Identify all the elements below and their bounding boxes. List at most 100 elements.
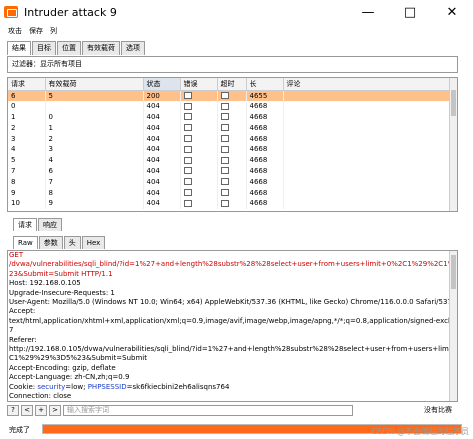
tab-response[interactable]: 响应 [38,218,62,231]
cell-timeout [217,100,247,112]
table-scrollbar[interactable] [449,78,457,211]
table-row[interactable]: 2 1 404 4668 [8,122,452,134]
status-text: 完成了 [9,425,30,434]
error-checkbox [183,178,192,186]
add-button[interactable]: + [35,404,47,416]
table-row[interactable]: 6 5 200 4655 [8,90,452,101]
timeout-checkbox [220,178,229,186]
cell-comment [283,100,452,112]
table-row[interactable]: 0 404 4668 [8,100,452,112]
error-checkbox [183,113,192,121]
menu-item-columns[interactable]: 列 [50,26,57,36]
cell-timeout [217,133,247,144]
table-row[interactable]: 8 7 404 4668 [8,176,452,188]
timeout-checkbox [220,167,229,175]
search-input[interactable]: 输入搜索字词 [63,404,353,416]
cell-status: 404 [143,165,181,177]
cell-error [180,197,218,209]
next-match-button[interactable]: > [49,404,61,416]
table-row[interactable]: 3 2 404 4668 [8,133,452,144]
cell-status: 200 [143,90,181,101]
cookie-label: Cookie: [9,382,38,391]
cell-status: 404 [143,111,181,123]
cell-timeout [217,122,247,134]
filter-bar[interactable]: 过滤器：显示所有项目 [7,56,458,73]
cell-comment [283,90,452,101]
cell-request: 10 [8,197,46,209]
error-checkbox [183,92,192,100]
cell-timeout [217,154,247,166]
cell-request: 7 [8,165,46,177]
tab-payloads[interactable]: 有效载荷 [82,41,120,55]
table-row[interactable]: 1 0 404 4668 [8,111,452,123]
help-button[interactable]: ? [7,404,19,416]
table-row[interactable]: 7 6 404 4668 [8,165,452,177]
request-line-accept-value-2: 7 [9,326,14,335]
col-header-request[interactable]: 请求 [8,78,46,91]
tab-params[interactable]: 参数 [38,236,63,249]
cookie-phpsessid-value: =sk6fkiecbini2eh6alisqns764 [126,382,230,391]
menu-item-save[interactable]: 保存 [29,26,43,36]
request-line-useragent: User-Agent: Mozilla/5.0 (Windows NT 10.0… [9,298,458,307]
table-row[interactable]: 4 3 404 4668 [8,143,452,155]
cell-length: 4668 [246,111,284,123]
cell-error [180,133,218,144]
search-row: ? < + > 输入搜索字词 没有比赛 [7,404,458,416]
table-row[interactable]: 9 8 404 4668 [8,187,452,198]
cell-length: 4655 [246,90,284,101]
minimize-icon[interactable]: — [347,0,389,24]
timeout-checkbox [220,199,229,207]
cell-status: 404 [143,176,181,188]
cell-error [180,111,218,123]
tab-hex[interactable]: Hex [81,236,106,249]
cell-timeout [217,197,247,209]
request-line-accept: Accept: [9,307,36,316]
cell-status: 404 [143,100,181,112]
tab-request[interactable]: 请求 [13,218,37,231]
col-header-length[interactable]: 长 [246,78,284,91]
cell-status: 404 [143,187,181,198]
error-checkbox [183,135,192,143]
results-grid: 请求 有效载荷 状态 错误 超时 长 评论 6 5 200 4655 0 404 4668 1… [8,78,452,209]
error-checkbox [183,124,192,132]
maximize-icon[interactable]: □ [389,0,431,24]
request-scroll-thumb[interactable] [451,255,456,289]
request-scrollbar[interactable] [449,251,457,401]
window-title: Intruder attack 9 [24,5,117,19]
table-row[interactable]: 10 9 404 4668 [8,197,452,209]
col-header-timeout[interactable]: 超时 [217,78,247,91]
request-line-method: GET [9,251,24,259]
cell-comment [283,176,452,188]
col-header-payload[interactable]: 有效载荷 [45,78,144,91]
cell-payload: 1 [45,122,144,134]
col-header-status[interactable]: 状态 [143,78,181,91]
tab-positions[interactable]: 位置 [57,41,81,55]
request-line-host: Host: 192.168.0.105 [9,279,81,288]
table-scroll-thumb[interactable] [451,90,456,116]
request-body[interactable]: GET /dvwa/vulnerabilities/sqli_blind/?id… [7,250,458,402]
request-line-encoding: Accept-Encoding: gzip, deflate [9,363,116,372]
cookie-security-value: =low; [65,382,88,391]
tab-raw[interactable]: Raw [13,236,38,249]
cell-status: 404 [143,122,181,134]
error-checkbox [183,199,192,207]
cell-status: 404 [143,143,181,155]
table-row[interactable]: 5 4 404 4668 [8,154,452,166]
cell-payload: 4 [45,154,144,166]
cell-error [180,122,218,134]
tab-options[interactable]: 选项 [121,41,145,55]
cell-length: 4668 [246,122,284,134]
col-header-comment[interactable]: 评论 [283,78,452,91]
prev-match-button[interactable]: < [21,404,33,416]
col-header-error[interactable]: 错误 [180,78,218,91]
request-line-referer-value-2: C1%29%29%3D5%23&Submit=Submit [9,354,147,363]
cell-length: 4668 [246,165,284,177]
main-tabs: 结果 目标 位置 有效载荷 选项 [7,41,146,55]
tab-headers[interactable]: 头 [63,236,81,249]
cell-payload: 9 [45,197,144,209]
close-icon[interactable]: ✕ [431,0,473,24]
timeout-checkbox [220,135,229,143]
menu-item-attack[interactable]: 攻击 [8,26,22,36]
tab-results[interactable]: 结果 [7,41,31,55]
tab-target[interactable]: 目标 [32,41,56,55]
